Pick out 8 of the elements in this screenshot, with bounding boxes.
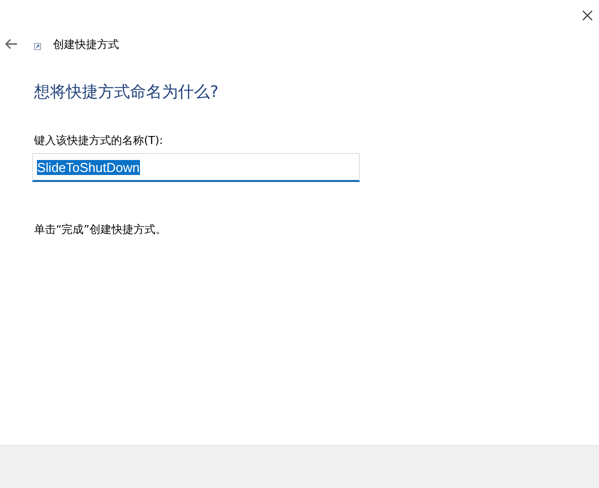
close-icon[interactable] [582, 10, 593, 20]
instruction-text: 单击“完成”创建快捷方式。 [34, 222, 166, 237]
input-field[interactable]: SlideToShutDown [32, 153, 360, 182]
page-heading: 想将快捷方式命名为什么? [34, 82, 218, 103]
back-arrow-icon[interactable] [4, 38, 18, 50]
field-label: 键入该快捷方式的名称(T): [34, 133, 164, 148]
shortcut-icon [34, 42, 41, 50]
window-title: 创建快捷方式 [53, 36, 119, 52]
